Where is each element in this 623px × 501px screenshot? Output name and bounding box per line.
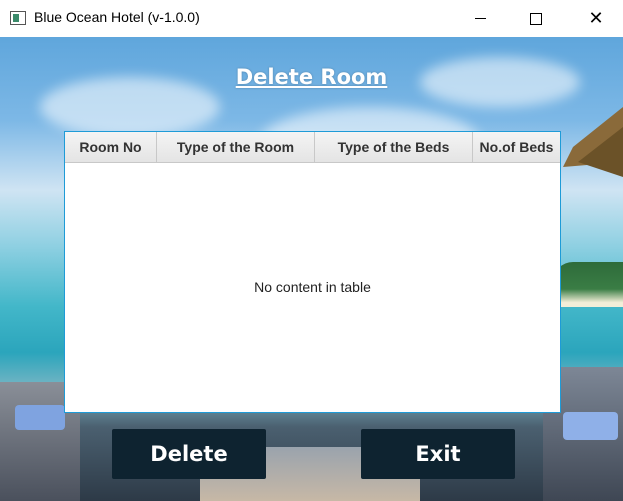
maximize-icon [530, 12, 542, 25]
background-image: Delete Room Room No Type of the Room Typ… [0, 37, 623, 501]
column-header-bed-count[interactable]: No.of Beds [473, 132, 560, 162]
delete-button[interactable]: Delete [112, 429, 266, 479]
rooms-table[interactable]: Room No Type of the Room Type of the Bed… [64, 131, 561, 413]
towel-left [15, 405, 65, 430]
maximize-button[interactable] [513, 0, 559, 37]
page-title: Delete Room [235, 65, 388, 89]
close-button[interactable]: ✕ [573, 0, 619, 37]
empty-table-message: No content in table [254, 279, 371, 295]
close-icon: ✕ [588, 7, 604, 29]
column-header-bed-type[interactable]: Type of the Beds [315, 132, 473, 162]
column-header-room-type[interactable]: Type of the Room [157, 132, 315, 162]
exit-button[interactable]: Exit [361, 429, 515, 479]
palm-roof [563, 107, 623, 177]
title-bar[interactable]: Blue Ocean Hotel (v-1.0.0) ✕ [0, 0, 623, 37]
app-icon [10, 11, 26, 25]
window-title: Blue Ocean Hotel (v-1.0.0) [34, 9, 200, 25]
minimize-button[interactable] [457, 0, 503, 37]
column-header-room-no[interactable]: Room No [65, 132, 157, 162]
minimize-icon [474, 18, 486, 19]
table-header: Room No Type of the Room Type of the Bed… [65, 132, 560, 163]
island [553, 262, 623, 307]
towel-right [563, 412, 618, 440]
